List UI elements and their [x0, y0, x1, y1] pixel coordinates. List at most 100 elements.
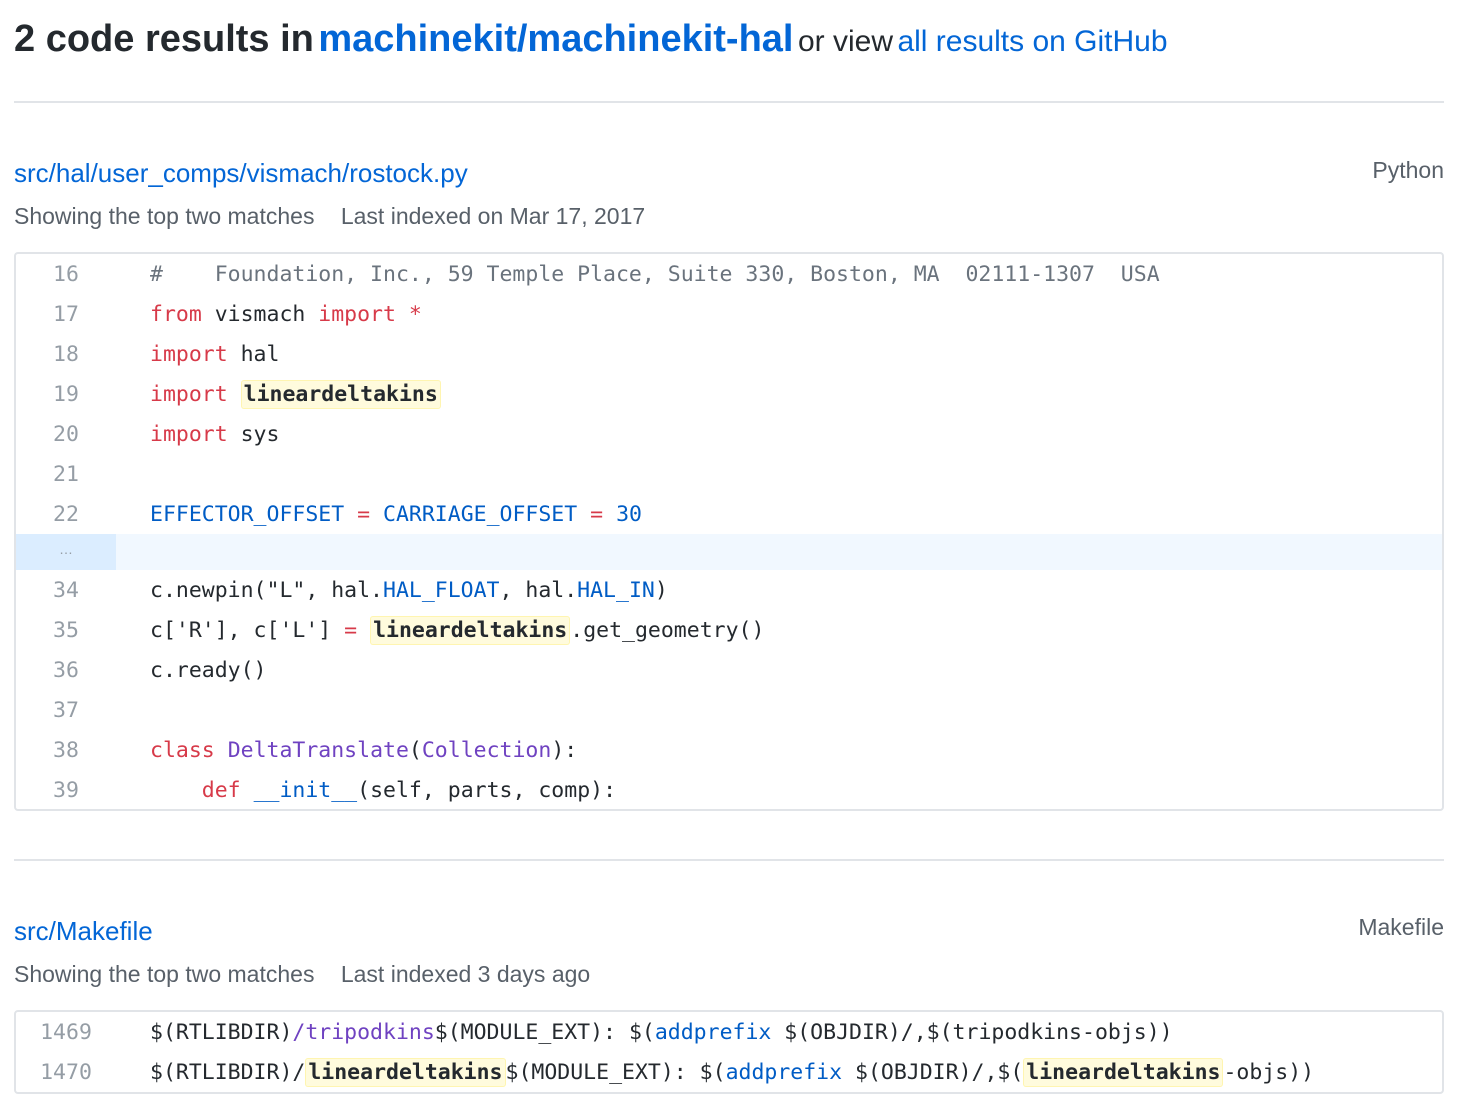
code-token: class	[150, 737, 215, 763]
all-results-link[interactable]: all results on GitHub	[897, 25, 1167, 58]
code-token: (self, parts, comp):	[357, 777, 617, 803]
code-token: def	[201, 777, 241, 803]
code-token: DeltaTranslate	[227, 737, 409, 763]
code-text: c.ready()	[116, 658, 267, 683]
code-token: # Foundation, Inc., 59 Temple Place, Sui…	[150, 261, 1160, 287]
code-text: $(RTLIBDIR)/lineardeltakins $(MODULE_EXT)…	[116, 1057, 1315, 1087]
result-language: Python	[1372, 157, 1444, 183]
code-line: 38 class DeltaTranslate(Collection):	[16, 730, 1442, 770]
code-token: HAL_IN	[577, 577, 655, 603]
result-file-link[interactable]: src/hal/user_comps/vismach/rostock.py	[14, 158, 468, 189]
code-token: =	[590, 501, 604, 527]
line-number[interactable]: 37	[16, 698, 116, 723]
line-number[interactable]: 36	[16, 658, 116, 683]
line-number[interactable]: 19	[16, 382, 116, 407]
code-line: 36 c.ready()	[16, 650, 1442, 690]
code-text: $(RTLIBDIR)/tripodkins$(MODULE_EXT): $(a…	[116, 1020, 1173, 1045]
line-number[interactable]: 34	[16, 578, 116, 603]
code-text: def __init__(self, parts, comp):	[116, 778, 616, 803]
match-highlight: lineardeltakins	[370, 615, 571, 645]
code-token: /tripodkins	[292, 1019, 435, 1045]
code-token: -objs))	[1223, 1059, 1315, 1085]
line-number[interactable]: 38	[16, 738, 116, 763]
line-number[interactable]: 18	[16, 342, 116, 367]
results-heading: 2 code results in machinekit/machinekit-…	[14, 18, 1168, 68]
code-token: , hal.	[499, 577, 578, 603]
result-language: Makefile	[1358, 914, 1444, 940]
code-token: *	[408, 301, 422, 327]
code-token: import	[150, 341, 228, 367]
code-token: )	[654, 577, 668, 603]
code-line: 39 def __init__(self, parts, comp):	[16, 770, 1442, 809]
code-token: $(OBJDIR)/,$(	[842, 1059, 1024, 1085]
line-number[interactable]: 22	[16, 502, 116, 527]
code-line: 35 c['R'], c['L'] = lineardeltakins .get_g…	[16, 610, 1442, 650]
code-token: vismach	[201, 301, 319, 327]
repo-link[interactable]: machinekit/machinekit-hal	[318, 18, 793, 60]
code-token: (	[408, 737, 422, 763]
code-line: 17 from vismach import *	[16, 294, 1442, 334]
code-line: 34 c.newpin("L", hal.HAL_FLOAT, hal.HAL_I…	[16, 570, 1442, 610]
code-snippet: 16 # Foundation, Inc., 59 Temple Place, S…	[14, 252, 1444, 811]
code-token: addprefix	[725, 1059, 843, 1085]
code-text: from vismach import *	[116, 302, 422, 327]
code-token: $(RTLIBDIR)	[150, 1019, 293, 1045]
result-file-link[interactable]: src/Makefile	[14, 916, 153, 947]
code-token: import	[318, 301, 396, 327]
code-token: EFFECTOR_OFFSET	[150, 501, 345, 527]
divider	[14, 101, 1444, 103]
code-text: import hal	[116, 342, 279, 367]
line-number[interactable]: 1470	[16, 1060, 116, 1085]
code-token: import	[150, 381, 228, 407]
code-token: __init__	[253, 777, 358, 803]
line-number[interactable]: 16	[16, 262, 116, 287]
code-ellipsis-row: …	[16, 534, 1442, 570]
code-token: from	[150, 301, 202, 327]
code-text: c['R'], c['L'] = lineardeltakins .get_geo…	[116, 615, 764, 645]
code-token: addprefix	[654, 1019, 772, 1045]
code-token: c.ready()	[150, 657, 267, 683]
code-line: 37	[16, 690, 1442, 730]
code-line: 1470 $(RTLIBDIR)/lineardeltakins $(MODULE_…	[16, 1052, 1442, 1092]
code-line: 16 # Foundation, Inc., 59 Temple Place, S…	[16, 254, 1442, 294]
line-number[interactable]: 35	[16, 618, 116, 643]
line-number[interactable]: 21	[16, 462, 116, 487]
line-number[interactable]: 39	[16, 778, 116, 803]
code-token: HAL_FLOAT	[383, 577, 500, 603]
code-text: import lineardeltakins	[116, 379, 441, 409]
code-token: c.newpin("L", hal.	[150, 577, 383, 603]
code-text: # Foundation, Inc., 59 Temple Place, Sui…	[116, 262, 1160, 287]
ellipsis-marker: …	[16, 534, 116, 570]
matches-text: Showing the top two matches	[14, 961, 315, 987]
results-count: 2 code results in	[14, 18, 314, 60]
indexed-text: Last indexed 3 days ago	[340, 961, 591, 987]
line-number[interactable]: 1469	[16, 1020, 116, 1045]
code-line: 1469 $(RTLIBDIR)/tripodkins$(MODULE_EXT):…	[16, 1012, 1442, 1052]
line-number[interactable]: 17	[16, 302, 116, 327]
or-view-text: or view	[797, 25, 893, 58]
indexed-text: Last indexed on Mar 17, 2017	[340, 203, 646, 229]
code-token: $(OBJDIR)/,$(tripodkins-objs))	[771, 1019, 1173, 1045]
code-text: c.newpin("L", hal.HAL_FLOAT, hal.HAL_IN)	[116, 578, 668, 603]
code-line: 22 EFFECTOR_OFFSET = CARRIAGE_OFFSET = 30	[16, 494, 1442, 534]
code-token: $(RTLIBDIR)/	[150, 1059, 306, 1085]
code-token: hal	[227, 341, 280, 367]
line-number[interactable]: 20	[16, 422, 116, 447]
code-token: $(MODULE_EXT): $(	[434, 1019, 655, 1045]
result-meta: Showing the top two matches Last indexed…	[14, 961, 590, 988]
code-token: =	[357, 501, 371, 527]
match-highlight: lineardeltakins	[1023, 1057, 1224, 1087]
code-line: 19 import lineardeltakins	[16, 374, 1442, 414]
code-token: CARRIAGE_OFFSET	[383, 501, 578, 527]
matches-text: Showing the top two matches	[14, 203, 315, 229]
code-line: 21	[16, 454, 1442, 494]
